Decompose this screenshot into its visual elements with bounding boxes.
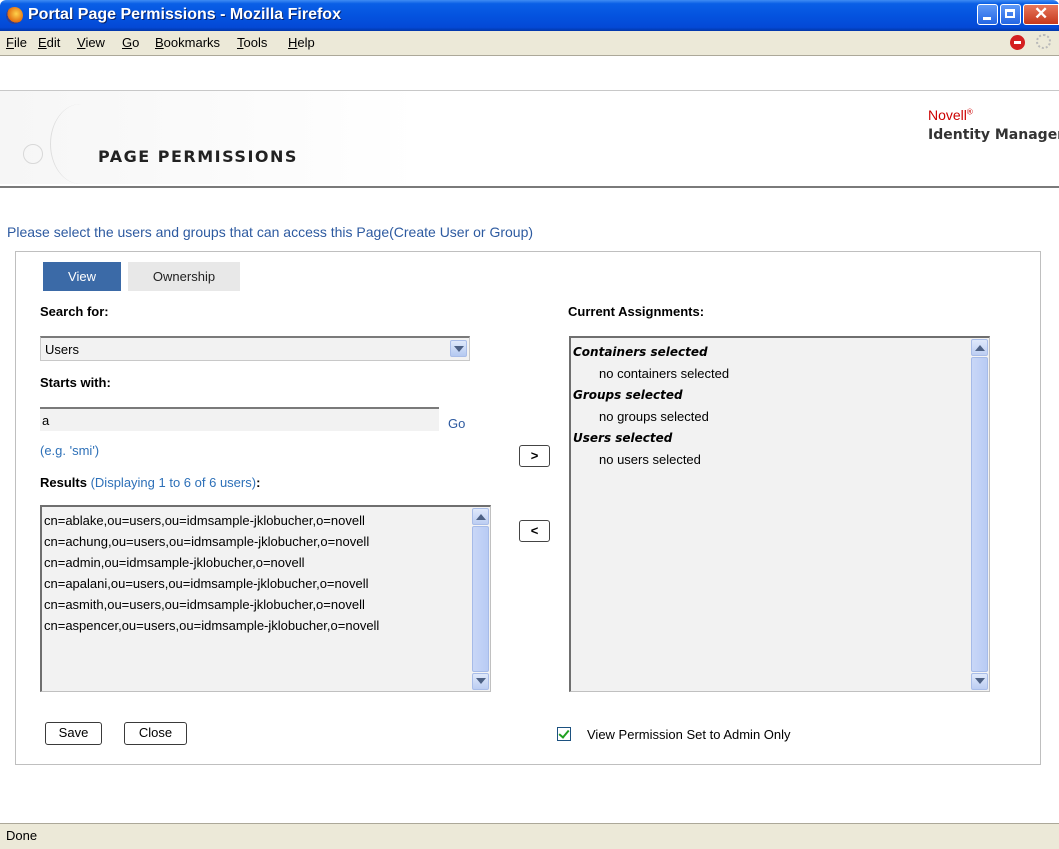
firefox-icon (6, 7, 23, 24)
results-colon: : (256, 475, 261, 490)
throbber-icon (1036, 34, 1051, 49)
close-button[interactable]: Close (124, 722, 187, 745)
menu-bar: File Edit View Go Bookmarks Tools Help (0, 31, 1059, 56)
list-item[interactable]: cn=ablake,ou=users,ou=idmsample-jklobuch… (44, 513, 365, 528)
list-item[interactable]: cn=aspencer,ou=users,ou=idmsample-jklobu… (44, 618, 379, 633)
close-window-button[interactable]: ✕ (1023, 4, 1059, 25)
status-bar: Done (0, 823, 1059, 849)
menu-edit[interactable]: Edit (38, 35, 60, 50)
brand-mark: ® (966, 107, 973, 117)
go-link[interactable]: Go (448, 416, 465, 431)
menu-file[interactable]: File (6, 35, 27, 50)
brand-name: Novell (928, 107, 967, 123)
remove-assignment-button[interactable]: < (519, 520, 550, 542)
tab-view[interactable]: View (43, 262, 121, 291)
window-title: Portal Page Permissions - Mozilla Firefo… (28, 6, 341, 23)
add-assignment-button[interactable]: > (519, 445, 550, 467)
list-item[interactable]: cn=asmith,ou=users,ou=idmsample-jklobuch… (44, 597, 365, 612)
groups-empty: no groups selected (599, 409, 709, 424)
scroll-up-icon[interactable] (472, 508, 489, 525)
search-type-select[interactable]: Users (40, 336, 470, 361)
scroll-thumb[interactable] (971, 357, 988, 672)
results-label: Results (Displaying 1 to 6 of 6 users): (40, 475, 260, 490)
scroll-down-icon[interactable] (971, 673, 988, 690)
maximize-button[interactable] (1000, 4, 1021, 25)
containers-heading: Containers selected (573, 345, 708, 359)
menu-tools[interactable]: Tools (237, 35, 267, 50)
results-listbox[interactable]: cn=ablake,ou=users,ou=idmsample-jklobuch… (40, 505, 491, 692)
admin-only-checkbox[interactable] (557, 727, 571, 741)
status-text: Done (6, 828, 38, 843)
users-heading: Users selected (573, 431, 673, 445)
starts-with-input[interactable] (40, 407, 439, 431)
starts-with-label: Starts with: (40, 375, 111, 390)
list-item[interactable]: cn=apalani,ou=users,ou=idmsample-jklobuc… (44, 576, 369, 591)
minimize-button[interactable] (977, 4, 998, 25)
chevron-down-icon[interactable] (450, 340, 467, 357)
gear-decoration-icon (50, 104, 111, 184)
scroll-thumb[interactable] (472, 526, 489, 672)
results-count: (Displaying 1 to 6 of 6 users) (90, 475, 257, 490)
tab-ownership[interactable]: Ownership (128, 262, 240, 291)
stop-icon[interactable] (1010, 35, 1025, 50)
menu-bookmarks[interactable]: Bookmarks (155, 35, 220, 50)
window-titlebar[interactable]: Portal Page Permissions - Mozilla Firefo… (0, 0, 1059, 31)
circle-decoration-icon (23, 144, 43, 164)
results-scrollbar[interactable] (472, 508, 489, 690)
search-type-value: Users (45, 342, 79, 357)
groups-heading: Groups selected (573, 388, 683, 402)
menu-go[interactable]: Go (122, 35, 139, 50)
product-name: Identity Manager (928, 127, 1059, 143)
search-example-hint: (e.g. 'smi') (40, 443, 100, 458)
containers-empty: no containers selected (599, 366, 730, 381)
search-for-label: Search for: (40, 304, 109, 319)
assignments-listbox[interactable]: Containers selected no containers select… (569, 336, 990, 692)
admin-only-label: View Permission Set to Admin Only (587, 727, 791, 742)
current-assignments-label: Current Assignments: (568, 304, 705, 319)
page-title: PAGE PERMISSIONS (98, 147, 298, 166)
list-item[interactable]: cn=achung,ou=users,ou=idmsample-jklobuch… (44, 534, 369, 549)
menu-help[interactable]: Help (288, 35, 315, 50)
page-header: PAGE PERMISSIONS Novell® Identity Manage… (0, 90, 1059, 188)
results-title: Results (40, 475, 87, 490)
menu-view[interactable]: View (77, 35, 105, 50)
close-icon: ✕ (1034, 4, 1049, 23)
save-button[interactable]: Save (45, 722, 102, 745)
scroll-up-icon[interactable] (971, 339, 988, 356)
scroll-down-icon[interactable] (472, 673, 489, 690)
assignments-scrollbar[interactable] (971, 339, 988, 690)
list-item[interactable]: cn=admin,ou=idmsample-jklobucher,o=novel… (44, 555, 305, 570)
instructions-text: Please select the users and groups that … (7, 224, 534, 240)
novell-logo: Novell® (928, 107, 973, 123)
users-empty: no users selected (599, 452, 701, 467)
